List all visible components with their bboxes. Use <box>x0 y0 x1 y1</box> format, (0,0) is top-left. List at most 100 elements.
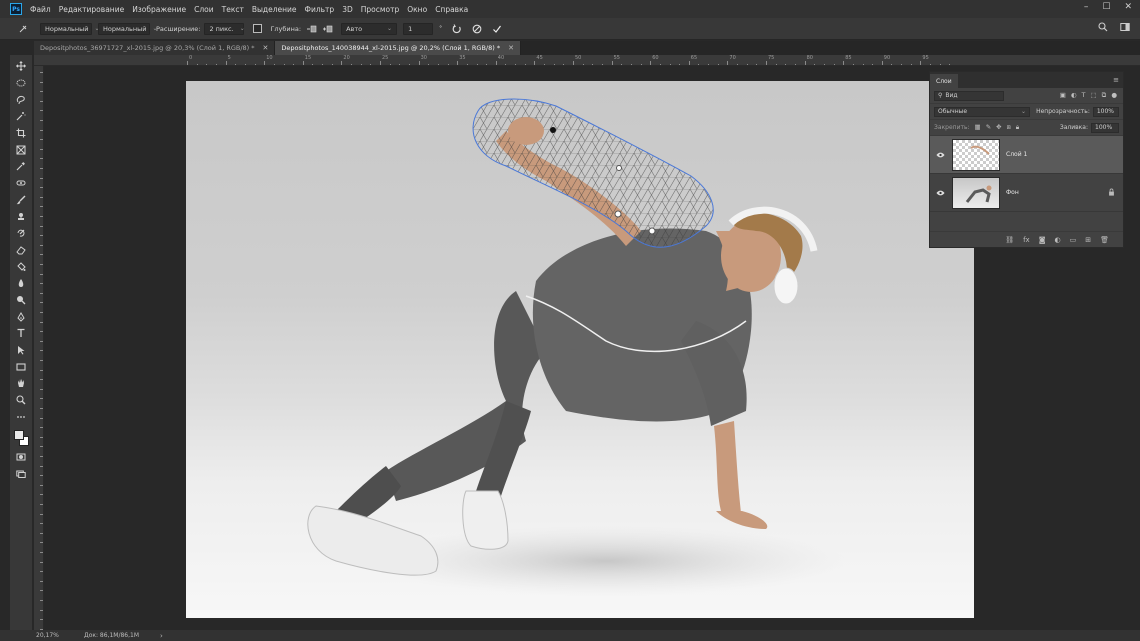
screen-mode-icon[interactable] <box>12 466 30 483</box>
filter-adjustment-icon[interactable]: ◐ <box>1071 91 1077 100</box>
menu-file[interactable]: Файл <box>30 5 51 14</box>
layer-name: Фон <box>1006 189 1019 196</box>
layer-row[interactable]: Фон <box>930 174 1123 212</box>
commit-check-icon[interactable] <box>490 22 504 36</box>
crop-tool-icon[interactable] <box>12 125 30 142</box>
adjustment-layer-icon[interactable]: ◐ <box>1055 236 1061 244</box>
more-tools-icon[interactable] <box>12 408 30 425</box>
marquee-tool-icon[interactable] <box>12 75 30 92</box>
angle-field[interactable]: 1 <box>403 22 434 35</box>
lock-label: Закрепить: <box>934 124 970 131</box>
filter-kind-dropdown[interactable]: ⚲ Вид <box>934 90 1004 101</box>
menu-type[interactable]: Текст <box>222 5 244 14</box>
menu-window[interactable]: Окно <box>407 5 427 14</box>
blur-tool-icon[interactable] <box>12 275 30 292</box>
filter-pixel-icon[interactable]: ▣ <box>1060 91 1066 100</box>
minimize-button[interactable]: – <box>1084 2 1089 12</box>
tools-panel <box>10 55 32 630</box>
rectangle-tool-icon[interactable] <box>12 358 30 375</box>
new-group-icon[interactable]: ▭ <box>1070 236 1077 244</box>
path-selection-tool-icon[interactable] <box>12 342 30 359</box>
menu-help[interactable]: Справка <box>435 5 468 14</box>
mode-dropdown[interactable]: Нормальный ⌄ <box>40 22 100 35</box>
close-icon[interactable]: ✕ <box>263 44 269 52</box>
opacity-field[interactable]: 100% <box>1092 106 1119 117</box>
healing-brush-tool-icon[interactable] <box>12 175 30 192</box>
layer-style-icon[interactable]: fx <box>1023 236 1030 244</box>
tab-document-1[interactable]: Depositphotos_36971727_xl-2015.jpg @ 20,… <box>34 41 276 55</box>
menu-image[interactable]: Изображение <box>132 5 186 14</box>
eyedropper-tool-icon[interactable] <box>12 158 30 175</box>
tab-document-2[interactable]: Depositphotos_140038944_xl-2015.jpg @ 20… <box>275 41 521 55</box>
eye-icon[interactable] <box>934 190 946 196</box>
document-canvas[interactable] <box>186 81 974 618</box>
filter-type-icon[interactable]: T <box>1082 91 1086 100</box>
menu-view[interactable]: Просмотр <box>361 5 400 14</box>
quick-mask-icon[interactable] <box>12 449 30 466</box>
ruler-label: 15 <box>304 55 312 61</box>
move-tool-icon[interactable] <box>12 58 30 75</box>
reset-icon[interactable] <box>450 22 464 36</box>
filter-toggle-icon[interactable]: ● <box>1111 91 1117 100</box>
photoshop-logo: Ps <box>10 3 22 15</box>
cancel-icon[interactable] <box>470 22 484 36</box>
lock-pixels-icon[interactable]: ✎ <box>986 123 991 132</box>
close-icon[interactable]: ✕ <box>508 44 514 52</box>
layer-row[interactable]: Слой 1 <box>930 136 1123 174</box>
lock-all-icon[interactable]: 🔒︎ <box>1016 123 1019 132</box>
delete-layer-icon[interactable]: 🗑︎ <box>1100 236 1109 244</box>
lasso-tool-icon[interactable] <box>12 91 30 108</box>
menu-edit[interactable]: Редактирование <box>59 5 124 14</box>
pin-forward-icon[interactable] <box>305 22 319 36</box>
menu-select[interactable]: Выделение <box>252 5 297 14</box>
foreground-color-swatch[interactable] <box>14 430 24 441</box>
filter-smart-object-icon[interactable]: ⧉ <box>1102 91 1107 100</box>
tab-layers[interactable]: Слои <box>930 74 958 88</box>
panel-menu-icon[interactable]: ≡ <box>1113 76 1119 84</box>
search-icon[interactable] <box>1098 22 1108 35</box>
density-dropdown[interactable]: Нормальный ⌄ <box>98 22 158 35</box>
restore-button[interactable]: ☐ <box>1102 2 1110 12</box>
type-tool-icon[interactable] <box>12 325 30 342</box>
lock-position-icon[interactable]: ✥ <box>996 123 1001 132</box>
dodge-tool-icon[interactable] <box>12 292 30 309</box>
filter-shape-icon[interactable]: ⬚ <box>1091 91 1097 100</box>
blend-mode-value: Обычные <box>938 108 968 115</box>
brush-tool-icon[interactable] <box>12 192 30 209</box>
lock-artboard-icon[interactable]: ⧈ <box>1007 123 1011 132</box>
pin-backward-icon[interactable] <box>321 22 335 36</box>
frame-tool-icon[interactable] <box>12 141 30 158</box>
zoom-tool-icon[interactable] <box>12 392 30 409</box>
ruler-label: 25 <box>382 55 389 61</box>
status-menu-arrow[interactable]: › <box>160 632 163 640</box>
eye-icon[interactable] <box>934 152 946 158</box>
pen-tool-icon[interactable] <box>12 308 30 325</box>
show-mesh-checkbox[interactable] <box>250 22 264 36</box>
fill-field[interactable]: 100% <box>1091 122 1119 133</box>
menu-filter[interactable]: Фильтр <box>305 5 335 14</box>
rotate-dropdown[interactable]: Авто ⌄ <box>341 22 398 35</box>
ruler-label: 70 <box>729 55 736 61</box>
blend-mode-dropdown[interactable]: Обычные ⌄ <box>934 106 1031 117</box>
workspace-icon[interactable] <box>1120 22 1130 35</box>
paint-bucket-tool-icon[interactable] <box>12 258 30 275</box>
add-mask-icon[interactable]: ◙ <box>1039 236 1046 244</box>
magic-wand-tool-icon[interactable] <box>12 108 30 125</box>
expansion-field[interactable]: 2 пикс. ⌄ <box>204 22 245 35</box>
menu-3d[interactable]: 3D <box>342 5 353 14</box>
ruler-label: 85 <box>845 55 852 61</box>
link-layers-icon[interactable]: ⛓ <box>1005 236 1014 244</box>
chevron-down-icon: ⌄ <box>152 25 158 32</box>
hand-tool-icon[interactable] <box>12 375 30 392</box>
eraser-tool-icon[interactable] <box>12 242 30 259</box>
history-brush-tool-icon[interactable] <box>12 225 30 242</box>
menu-layers[interactable]: Слои <box>194 5 214 14</box>
close-window-button[interactable]: ✕ <box>1124 2 1132 12</box>
new-layer-icon[interactable]: ⊞ <box>1085 236 1091 244</box>
zoom-level[interactable]: 20,17% <box>36 632 84 639</box>
layers-panel-footer: ⛓ fx ◙ ◐ ▭ ⊞ 🗑︎ <box>930 231 1123 247</box>
lock-transparent-icon[interactable]: ▦ <box>975 123 981 132</box>
depth-label: Глубина: <box>270 24 302 33</box>
stamp-tool-icon[interactable] <box>12 208 30 225</box>
puppet-warp-tool-icon[interactable] <box>16 22 30 36</box>
